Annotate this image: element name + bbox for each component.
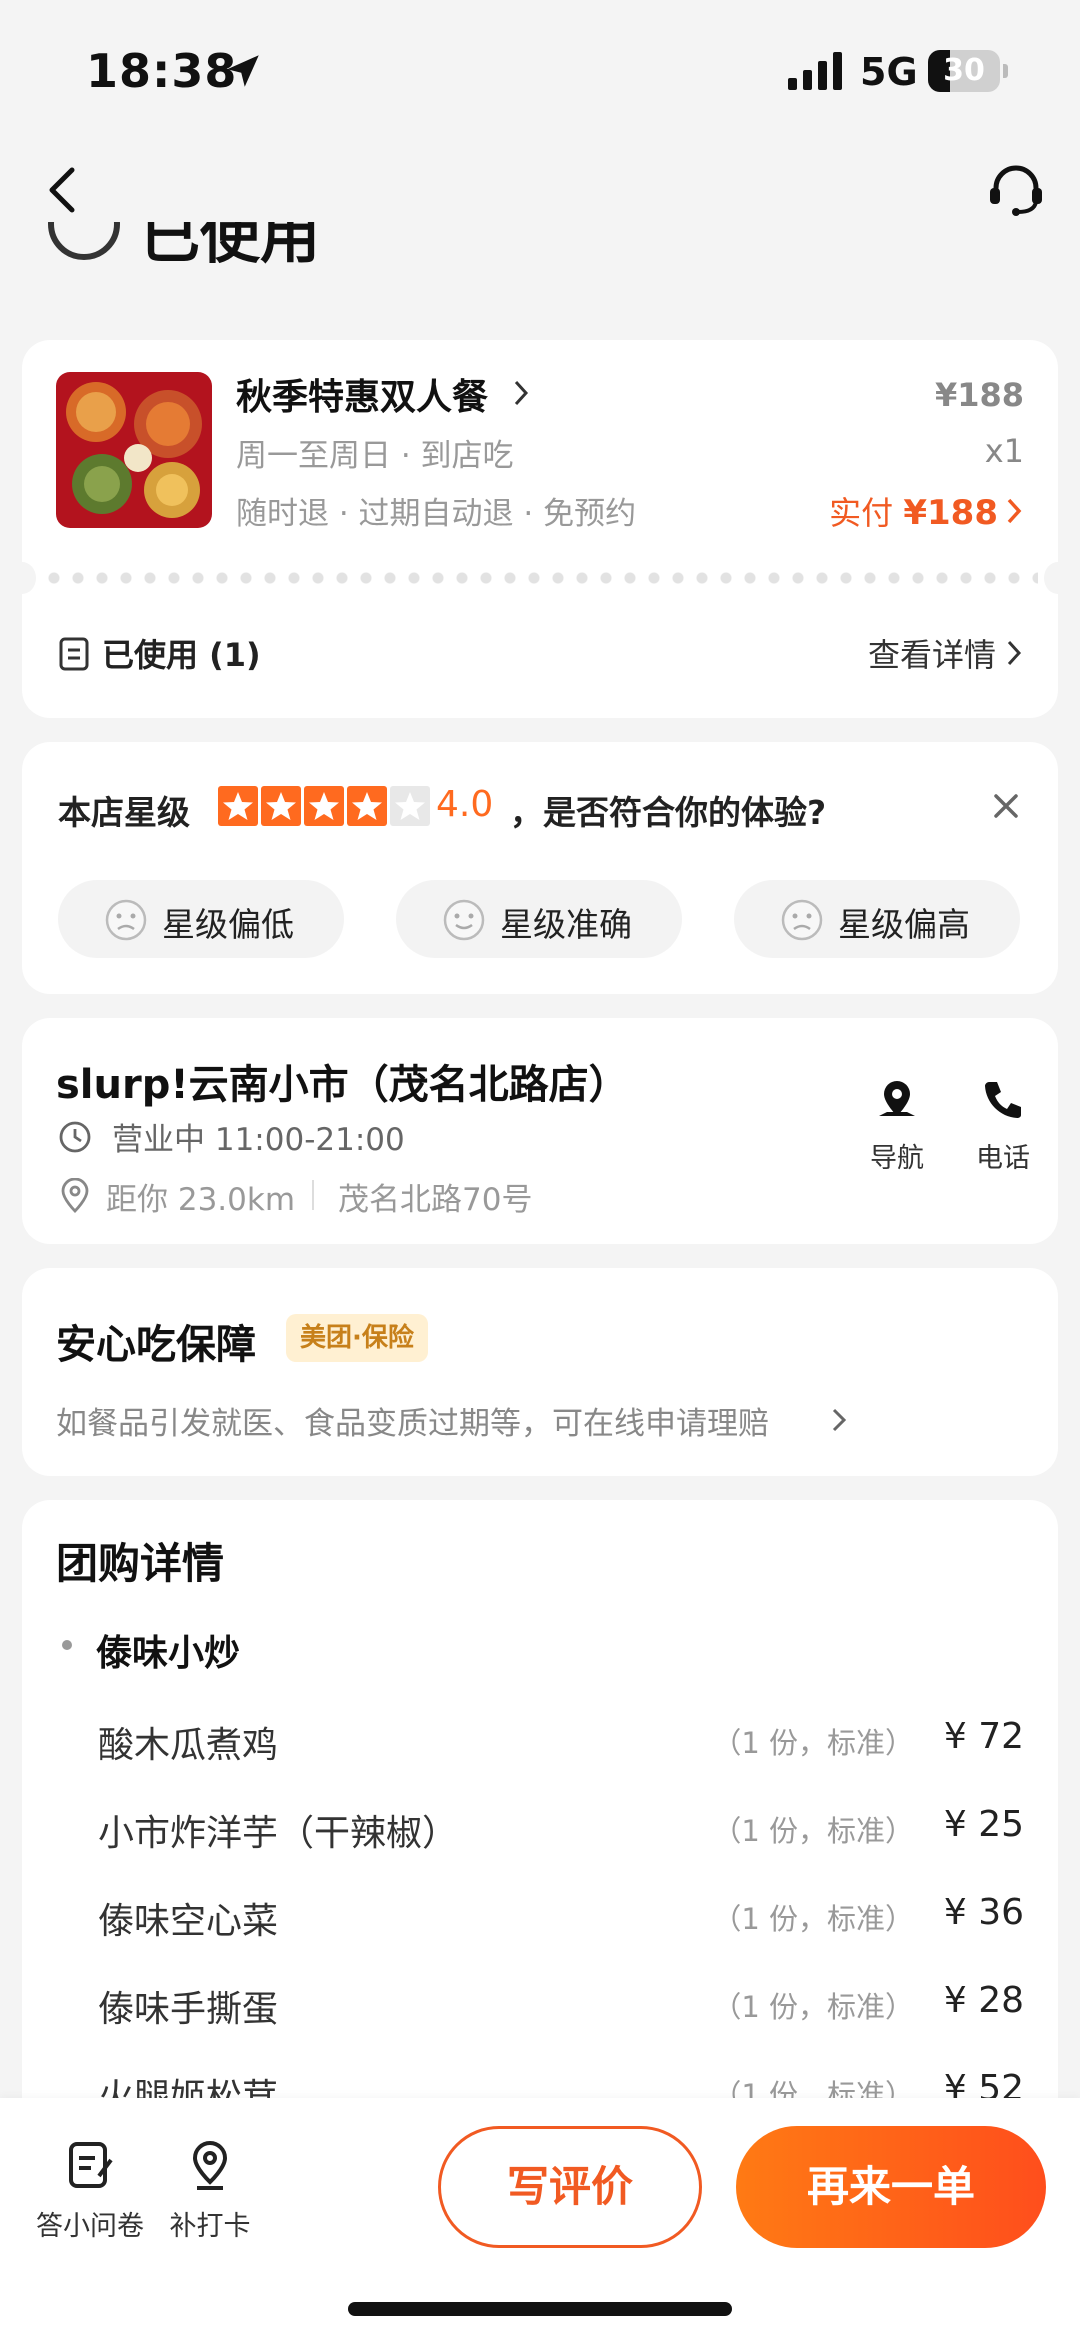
paid-amount[interactable]: 实付 ¥188 [829,488,998,534]
phone-icon [985,1082,1021,1118]
store-rating-label: 本店星级 [58,793,190,832]
dish-thumbnail[interactable] [56,372,212,528]
star-icon [390,786,430,826]
safety-description: 如餐品引发就医、食品变质过期等，可在线申请理赔 [56,1406,769,1442]
battery-icon: 30 [928,50,1008,92]
store-hours: 营业中 11:00-21:00 [112,1122,405,1158]
rating-option-label: 星级偏高 [838,905,970,944]
home-indicator [348,2302,732,2316]
deal-tags: 随时退 · 过期自动退 · 免预约 [236,496,637,532]
network-type: 5G [860,50,918,94]
rating-option-label: 星级偏低 [162,905,294,944]
star-icon [261,786,301,826]
reorder-button[interactable]: 再来一单 [736,2126,1046,2248]
dish-price: ¥ 25 [943,1804,1024,1845]
store-distance: 距你 23.0km [106,1182,296,1218]
deal-name[interactable]: 秋季特惠双人餐 [236,368,488,420]
rating-low-button[interactable]: 星级偏低 [58,880,344,958]
rating-option-label: 星级准确 [500,905,632,944]
order-status-header: 已使用 [48,222,648,292]
status-bar: 18:38 5G 30 [0,0,1080,140]
deal-category: 傣味小炒 [96,1633,241,1674]
unhappy-face-icon [105,899,147,941]
deal-price: ¥188 [934,376,1024,414]
phone-label: 电话 [976,1143,1030,1174]
store-name[interactable]: slurp!云南小市（茂名北路店） [56,1052,629,1110]
rating-score: 4.0 [436,784,494,825]
dish-name: 傣味空心菜 [98,1901,279,1942]
survey-label: 答小问卷 [36,2211,144,2242]
write-review-button[interactable]: 写评价 [438,2126,702,2248]
star-icon [347,786,387,826]
dish-name: 傣味手撕蛋 [98,1989,279,2030]
list-item: 酸木瓜煮鸡 （1 份，标准） ¥ 72 [98,1716,1024,1776]
navigation-button[interactable]: 导航 [852,1076,942,1175]
checkin-label: 补打卡 [169,2211,251,2242]
used-count: 已使用 (1) [102,636,261,674]
battery-level: 30 [943,53,985,88]
voucher-icon [59,637,89,671]
checkin-button[interactable]: 补打卡 [160,2138,260,2243]
dish-portion: （1 份，标准） [712,1726,914,1760]
paid-label: 实付 [829,494,894,532]
deal-details-title: 团购详情 [56,1539,225,1588]
location-pin-icon [192,2141,228,2190]
navigation-label: 导航 [870,1143,924,1174]
list-item: 傣味手撕蛋 （1 份，标准） ¥ 28 [98,1980,1024,2040]
chevron-right-icon[interactable] [1004,638,1024,668]
dish-price: ¥ 72 [943,1716,1024,1757]
phone-button[interactable]: 电话 [958,1076,1048,1175]
dish-price: ¥ 36 [943,1892,1024,1933]
list-item: 傣味空心菜 （1 份，标准） ¥ 36 [98,1892,1024,1952]
order-card: 秋季特惠双人餐 周一至周日 · 到店吃 随时退 · 过期自动退 · 免预约 ¥1… [8,340,1072,718]
deal-schedule: 周一至周日 · 到店吃 [236,438,514,474]
rating-card: 本店星级 4.0 ，是否符合你的体验? 星级偏低 星级准确 星级偏高 [22,742,1058,994]
rating-high-button[interactable]: 星级偏高 [734,880,1020,958]
unhappy-face-icon [781,899,823,941]
list-item: 小市炸洋芋（干辣椒） （1 份，标准） ¥ 25 [98,1804,1024,1864]
order-status-text: 已使用 [140,222,320,272]
dish-portion: （1 份，标准） [712,1990,914,2024]
survey-button[interactable]: 答小问卷 [30,2138,150,2243]
dish-portion: （1 份，标准） [712,1902,914,1936]
star-rating [218,786,433,826]
dish-price: ¥ 28 [943,1980,1024,2021]
chevron-right-icon[interactable] [1004,496,1024,526]
close-icon[interactable] [990,790,1022,822]
paid-value: ¥188 [903,493,998,533]
rating-question: ，是否符合你的体验? [510,793,827,832]
chevron-right-icon[interactable] [830,1406,848,1434]
status-check-icon [48,222,120,260]
safety-title: 安心吃保障 [56,1322,256,1368]
star-icon [218,786,258,826]
insurance-badge: 美团·保险 [286,1314,428,1362]
store-address[interactable]: 茂名北路70号 [338,1174,532,1219]
customer-service-icon[interactable] [986,160,1046,220]
survey-icon [69,2142,113,2188]
back-arrow-icon[interactable] [38,160,88,220]
chevron-right-icon[interactable] [510,378,532,408]
star-icon [304,786,344,826]
deal-quantity: x1 [984,432,1024,470]
status-time: 18:38 [86,44,238,98]
safety-guarantee-card[interactable]: 安心吃保障 美团·保险 如餐品引发就医、食品变质过期等，可在线申请理赔 [22,1268,1058,1476]
signal-icon [788,52,842,90]
dish-name: 小市炸洋芋（干辣椒） [98,1813,459,1854]
dish-portion: （1 份，标准） [712,1814,914,1848]
rating-accurate-button[interactable]: 星级准确 [396,880,682,958]
dish-name: 酸木瓜煮鸡 [98,1725,279,1766]
clock-icon [59,1121,91,1153]
store-card: slurp!云南小市（茂名北路店） 营业中 11:00-21:00 距你 23.… [22,1018,1058,1244]
navigation-icon [879,1081,915,1116]
location-pin-icon [61,1178,89,1213]
smile-face-icon [443,899,485,941]
perforation-divider [42,572,1038,584]
view-details-link[interactable]: 查看详情 [868,630,996,676]
deal-details-card: 团购详情 傣味小炒 酸木瓜煮鸡 （1 份，标准） ¥ 72 小市炸洋芋（干辣椒）… [22,1500,1058,2140]
location-arrow-icon [227,55,259,87]
